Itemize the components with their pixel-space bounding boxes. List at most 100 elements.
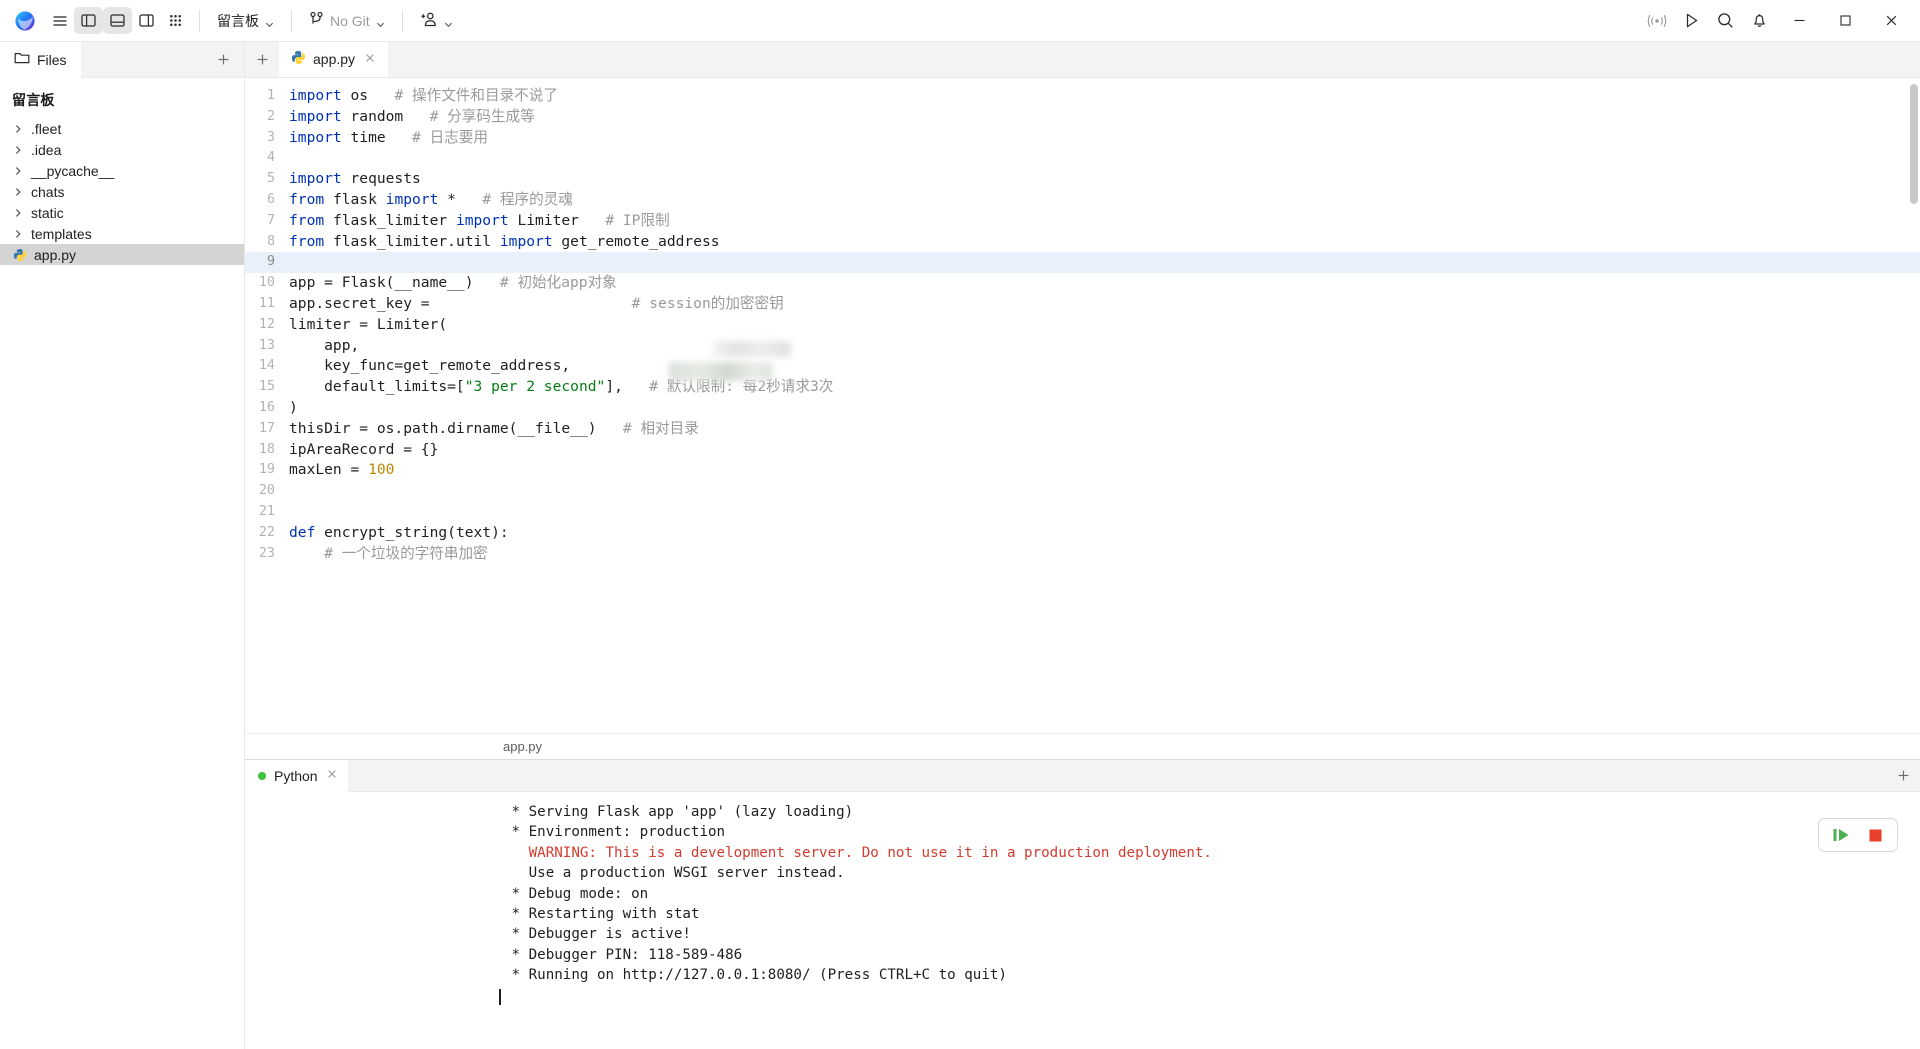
line-number: 21	[245, 502, 289, 523]
tree-item-pycache[interactable]: __pycache__	[0, 160, 244, 181]
code-line[interactable]: 17thisDir = os.path.dirname(__file__) # …	[245, 419, 1920, 440]
line-number: 22	[245, 523, 289, 544]
line-content: app = Flask(__name__) # 初始化app对象	[289, 273, 617, 294]
code-line[interactable]: 14 key_func=get_remote_address,	[245, 356, 1920, 377]
editor-scrollbar[interactable]	[1910, 84, 1918, 204]
code-line[interactable]: 21	[245, 502, 1920, 523]
run-triangle-icon[interactable]	[1674, 6, 1708, 36]
console-panel: Python * Serving Flask app 'app' (lazy l…	[245, 759, 1920, 1049]
share-session-button[interactable]	[412, 7, 461, 34]
line-number: 13	[245, 336, 289, 357]
panel-left-icon[interactable]	[74, 7, 103, 34]
project-selector[interactable]: 留言板	[209, 7, 282, 34]
tree-item-label: .fleet	[31, 121, 61, 137]
add-file-button[interactable]	[210, 47, 236, 73]
hamburger-menu-icon[interactable]	[45, 7, 74, 34]
close-icon[interactable]	[326, 768, 338, 783]
tree-item-label: templates	[31, 226, 92, 242]
line-content: import random # 分享码生成等	[289, 107, 535, 128]
console-output-line: * Serving Flask app 'app' (lazy loading)	[245, 802, 1920, 822]
code-line[interactable]: 15 default_limits=["3 per 2 second"], # …	[245, 377, 1920, 398]
console-output-line: Use a production WSGI server instead.	[245, 863, 1920, 883]
code-line[interactable]: 18ipAreaRecord = {}	[245, 440, 1920, 461]
chevron-right-icon	[12, 208, 24, 218]
line-content: maxLen = 100	[289, 460, 394, 481]
line-number: 23	[245, 544, 289, 565]
line-content: limiter = Limiter(	[289, 315, 447, 336]
sidebar-tab-label: Files	[37, 52, 67, 68]
line-content: from flask_limiter.util import get_remot…	[289, 232, 720, 253]
maximize-button[interactable]	[1822, 0, 1868, 42]
tree-item-label: .idea	[31, 142, 61, 158]
code-line[interactable]: 19maxLen = 100	[245, 460, 1920, 481]
code-line[interactable]: 5import requests	[245, 169, 1920, 190]
bell-icon[interactable]	[1742, 6, 1776, 36]
code-line[interactable]: 23 # 一个垃圾的字符串加密	[245, 544, 1920, 565]
files-sidebar: Files 留言板 .fleet.idea__pycache__chatssta…	[0, 42, 245, 1049]
add-person-icon	[420, 11, 438, 31]
console-output-line: * Running on http://127.0.0.1:8080/ (Pre…	[245, 965, 1920, 985]
line-number: 12	[245, 315, 289, 336]
console-output-line: * Debugger is active!	[245, 924, 1920, 944]
code-line[interactable]: 7from flask_limiter import Limiter # IP限…	[245, 211, 1920, 232]
code-editor[interactable]: 1import os # 操作文件和目录不说了2import random # …	[245, 78, 1920, 733]
breadcrumb[interactable]: app.py	[245, 733, 1920, 759]
code-line[interactable]: 12limiter = Limiter(	[245, 315, 1920, 336]
tree-item-templates[interactable]: templates	[0, 223, 244, 244]
code-line[interactable]: 3import time # 日志要用	[245, 128, 1920, 149]
code-line[interactable]: 20	[245, 481, 1920, 502]
broadcast-icon[interactable]	[1640, 6, 1674, 36]
project-name-label: 留言板	[217, 11, 259, 31]
minimize-button[interactable]	[1776, 0, 1822, 42]
tree-item-idea[interactable]: .idea	[0, 139, 244, 160]
search-icon[interactable]	[1708, 6, 1742, 36]
line-number: 5	[245, 169, 289, 190]
tree-item-apppy[interactable]: app.py	[0, 244, 244, 265]
close-button[interactable]	[1868, 0, 1914, 42]
line-content: thisDir = os.path.dirname(__file__) # 相对…	[289, 419, 699, 440]
fleet-logo-icon[interactable]	[8, 6, 42, 36]
code-line[interactable]: 2import random # 分享码生成等	[245, 107, 1920, 128]
new-console-button[interactable]	[1886, 760, 1920, 792]
code-line[interactable]: 6from flask import * # 程序的灵魂	[245, 190, 1920, 211]
panel-right-icon[interactable]	[132, 7, 161, 34]
code-line[interactable]: 1import os # 操作文件和目录不说了	[245, 86, 1920, 107]
grid-apps-icon[interactable]	[161, 7, 190, 34]
code-line[interactable]: 22def encrypt_string(text):	[245, 523, 1920, 544]
line-content: app.secret_key = # session的加密密钥	[289, 294, 784, 315]
code-line[interactable]: 4	[245, 148, 1920, 169]
line-content: def encrypt_string(text):	[289, 523, 509, 544]
code-line[interactable]: 9	[245, 252, 1920, 273]
editor-tab-app-py[interactable]: app.py	[279, 41, 388, 77]
vcs-label: No Git	[330, 13, 370, 29]
stop-red-icon[interactable]	[1867, 827, 1884, 844]
tree-item-fleet[interactable]: .fleet	[0, 118, 244, 139]
code-line[interactable]: 13 app,	[245, 336, 1920, 357]
tree-item-static[interactable]: static	[0, 202, 244, 223]
code-line[interactable]: 8from flask_limiter.util import get_remo…	[245, 232, 1920, 253]
close-icon[interactable]	[362, 52, 378, 67]
panel-bottom-icon[interactable]	[103, 7, 132, 34]
line-content: )	[289, 398, 298, 419]
code-line[interactable]: 10app = Flask(__name__) # 初始化app对象	[245, 273, 1920, 294]
new-tab-button[interactable]	[245, 41, 279, 77]
line-content: # 一个垃圾的字符串加密	[289, 544, 488, 565]
redacted-comment-overlay	[713, 341, 791, 357]
tree-item-chats[interactable]: chats	[0, 181, 244, 202]
line-number: 7	[245, 211, 289, 232]
resume-green-icon[interactable]	[1832, 827, 1851, 843]
line-number: 15	[245, 377, 289, 398]
code-line[interactable]: 16)	[245, 398, 1920, 419]
line-number: 8	[245, 232, 289, 253]
editor-tab-label: app.py	[313, 51, 355, 67]
line-number: 4	[245, 148, 289, 169]
console-output-area[interactable]: * Serving Flask app 'app' (lazy loading)…	[245, 792, 1920, 1049]
code-line[interactable]: 11app.secret_key = # session的加密密钥	[245, 294, 1920, 315]
git-branch-icon	[309, 11, 324, 30]
vcs-selector[interactable]: No Git	[301, 7, 393, 34]
console-tab-python[interactable]: Python	[245, 760, 348, 792]
line-content: from flask_limiter import Limiter # IP限制	[289, 211, 670, 232]
sidebar-header: Files	[0, 42, 244, 78]
line-number: 18	[245, 440, 289, 461]
sidebar-tab-files[interactable]: Files	[0, 42, 81, 78]
